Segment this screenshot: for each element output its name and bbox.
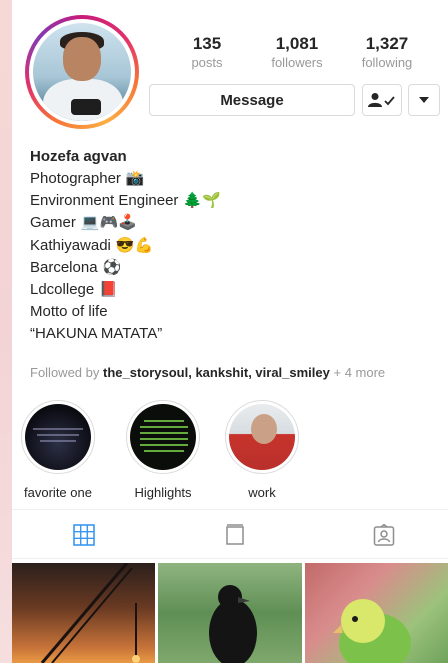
posts-stat[interactable]: 135 posts (162, 34, 252, 70)
bio-text: “HAKUNA MATATA” (30, 325, 163, 343)
followers-count: 1,081 (275, 34, 319, 53)
profile-stats: 135 posts 1,081 followers 1,327 followin… (162, 34, 442, 70)
bio-line: Kathiyawadi 😎💪 (30, 235, 444, 257)
bio-line: “HAKUNA MATATA” (30, 323, 444, 345)
bio-line: Photographer 📸 (30, 168, 444, 190)
camera-emoji-icon: 📸 (125, 170, 145, 187)
posts-grid (12, 563, 448, 663)
post-thumbnail[interactable] (12, 563, 156, 663)
bio-text: Ldcollege (30, 281, 95, 299)
highlight-favorite-one[interactable]: favorite one (17, 400, 99, 500)
bio-text: Gamer (30, 214, 76, 232)
caret-down-icon (419, 97, 429, 103)
highlight-work[interactable]: work (221, 400, 303, 500)
bio-text: Barcelona (30, 258, 98, 276)
bio-text: Photographer (30, 170, 121, 187)
highlight-cover (229, 404, 295, 470)
tagged-icon[interactable] (373, 524, 395, 546)
bio-line: Ldcollege 📕 (30, 279, 444, 301)
following-label: following (361, 55, 413, 70)
highlight-label: favorite one (24, 485, 92, 500)
followed-by-more: + 4 more (329, 365, 386, 380)
profile-tab-bar (12, 509, 448, 559)
following-stat[interactable]: 1,327 following (342, 34, 432, 70)
profile-bio: Hozefa agvan Photographer 📸 Environment … (30, 146, 444, 346)
bio-line: Barcelona ⚽ (30, 257, 444, 279)
followed-by[interactable]: Followed by the_storysoul, kankshit, vir… (30, 365, 385, 380)
followers-stat[interactable]: 1,081 followers (252, 34, 342, 70)
posts-count: 135 (192, 34, 222, 53)
posts-label: posts (191, 55, 223, 70)
tree-sprout-emoji-icon: 🌲🌱 (183, 192, 221, 210)
person-check-icon (368, 93, 395, 107)
profile-avatar[interactable] (25, 15, 139, 129)
cool-muscle-emoji-icon: 😎💪 (115, 236, 154, 254)
followed-by-users: the_storysoul, kankshit, viral_smiley (102, 365, 330, 380)
bio-line: Gamer 💻🎮🕹️ (30, 212, 444, 234)
highlight-cover (25, 404, 91, 470)
bio-line: Environment Engineer 🌲🌱 (30, 190, 444, 212)
bio-text: Kathiyawadi (30, 236, 111, 254)
soccer-ball-emoji-icon: ⚽ (102, 258, 122, 276)
followed-by-prefix: Followed by (30, 365, 103, 380)
followers-label: followers (271, 55, 323, 70)
highlight-label: work (248, 485, 276, 500)
suggested-dropdown-button[interactable] (408, 84, 440, 116)
following-count: 1,327 (365, 34, 409, 53)
gaming-emoji-icon: 💻🎮🕹️ (80, 214, 137, 232)
message-button[interactable]: Message (149, 84, 355, 116)
bio-line: Motto of life (30, 301, 444, 323)
highlight-highlights[interactable]: Highlights (122, 400, 204, 500)
bio-text: Environment Engineer (30, 192, 179, 210)
feed-icon[interactable] (224, 524, 246, 546)
profile-name: Hozefa agvan (30, 148, 127, 165)
post-thumbnail[interactable] (304, 563, 448, 663)
highlight-label: Highlights (134, 485, 192, 500)
bio-text: Motto of life (30, 303, 108, 321)
highlight-cover (130, 404, 196, 470)
post-thumbnail[interactable] (158, 563, 302, 663)
profile-card: 135 posts 1,081 followers 1,327 followin… (12, 0, 448, 663)
following-button[interactable] (362, 84, 402, 116)
grid-icon[interactable] (73, 524, 95, 546)
book-emoji-icon: 📕 (99, 281, 118, 299)
